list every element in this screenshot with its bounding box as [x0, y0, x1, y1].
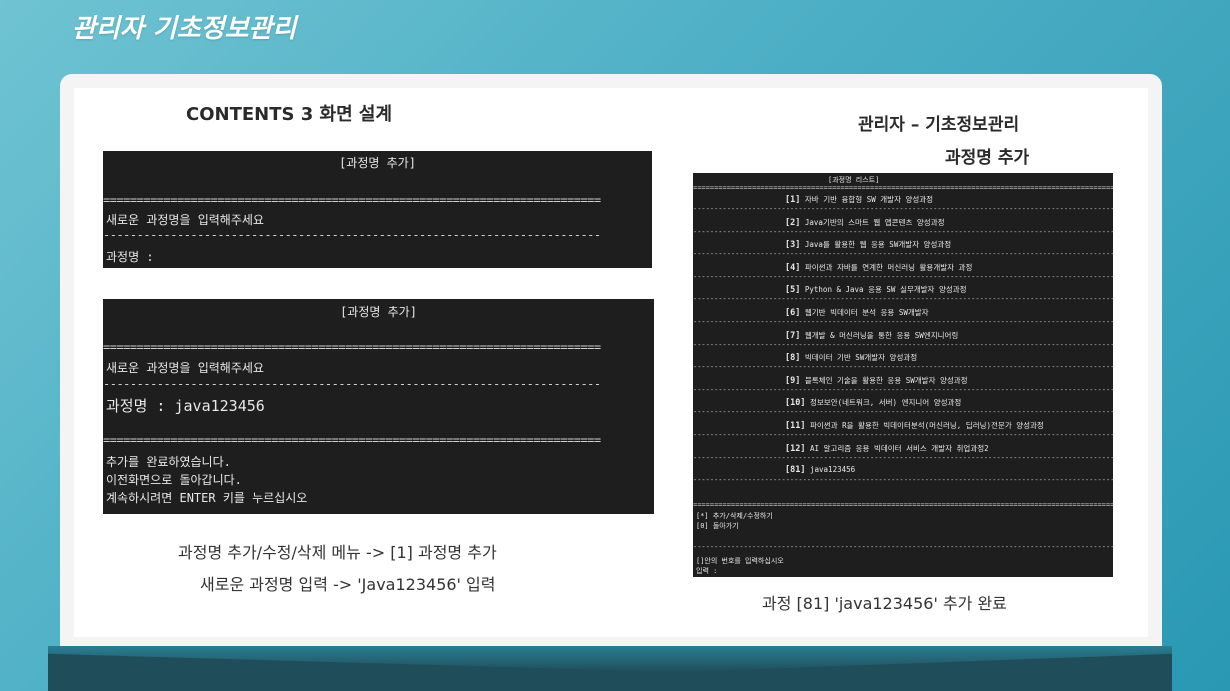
- course-number: [2]: [785, 217, 801, 228]
- rule-dash: ----------------------------------------…: [693, 227, 1113, 236]
- course-list-item: [10] 정보보안(네트워크, 서버) 엔지니어 양성과정: [785, 397, 961, 408]
- rule-dash: ----------------------------------------…: [693, 431, 1113, 439]
- terminal-header: [과정명 추가]: [339, 156, 416, 170]
- rule-dash: ----------------------------------------…: [693, 476, 1113, 485]
- course-number: [7]: [785, 330, 801, 341]
- course-number: [9]: [785, 375, 801, 386]
- rule-dash: ----------------------------------------…: [693, 453, 1113, 462]
- terminal-add-course-filled: [과정명 추가] ===============================…: [103, 299, 654, 514]
- course-title: Java를 활용한 웹 응용 SW개발자 양성과정: [804, 240, 952, 250]
- input-label[interactable]: 입력 :: [696, 566, 717, 576]
- rule-dash: ----------------------------------------…: [693, 295, 1113, 304]
- rule-dash: ----------------------------------------…: [693, 385, 1113, 394]
- course-number: [6]: [785, 308, 801, 318]
- course-title: Python & Java 응용 SW 실무개발자 양성과정: [804, 285, 967, 295]
- input-prompt: []안의 번호를 입력하십시오: [696, 557, 784, 565]
- complete-message: 추가를 완료하였습니다.: [106, 455, 231, 469]
- course-list-item: [3] Java를 활용한 웹 응용 SW개발자 양성과정: [785, 239, 951, 250]
- left-caption-2: 새로운 과정명 입력 -> 'Java123456' 입력: [200, 575, 496, 594]
- course-title: 자바 기반 융합형 SW 개발자 양성과정: [804, 195, 934, 204]
- course-number: [5]: [785, 285, 801, 296]
- course-title: 빅데이터 기반 SW개발자 양성과정: [804, 353, 918, 363]
- menu-add[interactable]: [*] 추가/삭제/수정하기: [696, 511, 773, 521]
- course-list-item: [1] 자바 기반 융합형 SW 개발자 양성과정: [785, 194, 933, 205]
- rule-dash: ----------------------------------------…: [103, 228, 601, 242]
- terminal-header: [과정명 추가]: [340, 305, 417, 319]
- course-title: java123456: [810, 465, 856, 475]
- course-list-item: [7] 웹개발 & 머신러닝을 통한 응용 SW엔지니어링: [785, 330, 958, 341]
- course-number: [4]: [785, 262, 801, 273]
- course-list-item: [81] java123456: [785, 465, 855, 475]
- course-number: [1]: [785, 195, 801, 205]
- course-list-item: [4] 파이썬과 자바를 연계한 머신러닝 활용개발자 과정: [785, 262, 972, 273]
- course-list-item: [6] 웹기반 빅데이터 분석 응용 SW개발자: [785, 307, 929, 318]
- rule-dash: ----------------------------------------…: [693, 250, 1113, 259]
- rule-equals: ========================================…: [103, 340, 601, 354]
- right-heading-1: 관리자 – 기초정보관리: [858, 115, 1020, 135]
- course-number: [3]: [785, 240, 801, 251]
- course-number: [11]: [785, 421, 806, 431]
- course-title: 블록체인 기술을 활용한 응용 SW개발자 양성과정: [804, 375, 968, 385]
- rule-dash: ----------------------------------------…: [693, 408, 1113, 417]
- left-caption-1: 과정명 추가/수정/삭제 메뉴 -> [1] 과정명 추가: [178, 543, 497, 562]
- enter-message: 계속하시려면 ENTER 키를 누르십시오: [106, 491, 308, 505]
- prompt-text: 새로운 과정명을 입력해주세요: [106, 213, 264, 227]
- course-list-item: [5] Python & Java 응용 SW 실무개발자 양성과정: [785, 284, 967, 295]
- rule-dash: ----------------------------------------…: [693, 272, 1113, 281]
- right-caption: 과정 [81] 'java123456' 추가 완료: [762, 594, 1007, 613]
- terminal-course-list: [과정명 리스트] ==============================…: [693, 173, 1113, 577]
- rule-dash: ----------------------------------------…: [103, 377, 601, 391]
- return-message: 이전화면으로 돌아갑니다.: [106, 473, 242, 487]
- rule-dash: ----------------------------------------…: [693, 318, 1113, 326]
- course-name-field[interactable]: 과정명 : java123456: [106, 395, 265, 416]
- rule-equals: ========================================…: [103, 193, 601, 207]
- rule-dash: ----------------------------------------…: [693, 340, 1113, 349]
- course-list-item: [2] Java기반의 스마트 웹 앱콘텐츠 양성과정: [785, 217, 945, 228]
- course-number: [10]: [785, 398, 806, 409]
- course-name-field[interactable]: 과정명 :: [106, 248, 154, 265]
- course-list-item: [8] 빅데이터 기반 SW개발자 양성과정: [785, 352, 917, 363]
- left-heading: CONTENTS 3 화면 설계: [186, 104, 393, 125]
- course-title: 웹기반 빅데이터 분석 응용 SW개발자: [804, 308, 929, 317]
- terminal-add-course-empty: [과정명 추가] ===============================…: [103, 151, 652, 268]
- course-list-item: [9] 블록체인 기술을 활용한 응용 SW개발자 양성과정: [785, 375, 968, 386]
- slide-title: 관리자 기초정보관리: [72, 14, 297, 44]
- course-title: 파이썬과 자바를 연계한 머신러닝 활용개발자 과정: [804, 262, 973, 272]
- course-title: 웹개발 & 머신러닝을 통한 응용 SW엔지니어링: [804, 330, 959, 340]
- rule-equals: ========================================…: [693, 184, 1113, 192]
- course-title: 파이썬과 R을 활용한 빅데이터분석(머신러닝, 딥러닝)전문가 양성과정: [810, 421, 1044, 430]
- course-title: Java기반의 스마트 웹 앱콘텐츠 양성과정: [804, 217, 945, 227]
- menu-back[interactable]: [0] 돌아가기: [696, 521, 739, 531]
- rule-dash: ----------------------------------------…: [693, 543, 1113, 551]
- rule-dash: ----------------------------------------…: [693, 363, 1113, 372]
- course-number: [81]: [785, 465, 806, 476]
- rule-equals: ========================================…: [103, 433, 601, 447]
- course-title: AI 알고리즘 응용 빅데이터 서비스 개발자 취업과정2: [810, 443, 989, 453]
- rule-dash: ----------------------------------------…: [693, 205, 1113, 213]
- course-list-item: [11] 파이썬과 R을 활용한 빅데이터분석(머신러닝, 딥러닝)전문가 양성…: [785, 420, 1044, 431]
- rule-equals: ========================================…: [693, 501, 1113, 509]
- course-number: [12]: [785, 443, 806, 454]
- course-title: 정보보안(네트워크, 서버) 엔지니어 양성과정: [810, 398, 962, 408]
- right-heading-2: 과정명 추가: [945, 148, 1030, 168]
- course-list-item: [12] AI 알고리즘 응용 빅데이터 서비스 개발자 취업과정2: [785, 443, 989, 454]
- course-number: [8]: [785, 353, 801, 364]
- prompt-text: 새로운 과정명을 입력해주세요: [106, 361, 264, 375]
